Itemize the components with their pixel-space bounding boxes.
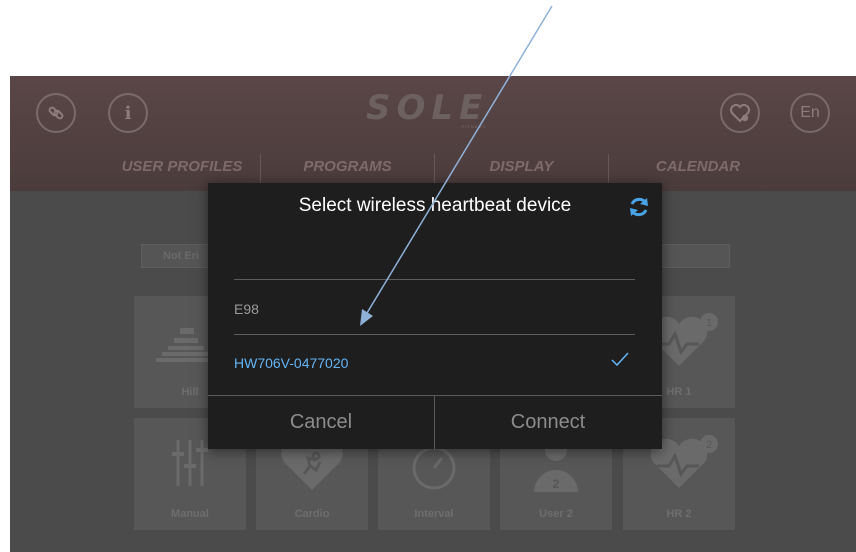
program-label: Manual	[171, 508, 209, 520]
logo-subtext: FITNESS	[462, 124, 486, 129]
program-label: Interval	[414, 508, 454, 520]
device-item[interactable]: E98	[234, 301, 259, 317]
heart-shield-icon	[730, 104, 750, 123]
link-icon	[48, 106, 64, 120]
info-icon: i	[124, 102, 132, 124]
tab-display[interactable]: DISPLAY	[434, 158, 609, 175]
device-divider	[234, 279, 635, 280]
info-button[interactable]: i	[108, 93, 148, 133]
svg-text:2: 2	[553, 477, 560, 491]
header-bar: i SOLE FITNESS En USER PROFILES PROGRAMS…	[10, 76, 856, 191]
device-item-selected[interactable]: HW706V-0477020	[234, 355, 348, 371]
tab-bar: USER PROFILES PROGRAMS DISPLAY CALENDAR	[10, 154, 856, 184]
program-label: User 2	[539, 508, 573, 520]
device-select-dialog: Select wireless heartbeat device E98 HW7…	[208, 183, 662, 449]
connect-button[interactable]: Connect	[435, 396, 661, 449]
program-label: HR 2	[666, 508, 692, 520]
language-label: En	[800, 104, 820, 121]
filter-right[interactable]	[660, 244, 730, 268]
tab-calendar[interactable]: CALENDAR	[608, 158, 788, 175]
svg-text:2: 2	[706, 439, 712, 451]
dialog-title: Select wireless heartbeat device	[298, 195, 572, 216]
language-button[interactable]: En	[790, 93, 830, 133]
checkmark-icon	[611, 352, 629, 367]
link-button[interactable]	[36, 93, 76, 133]
heart-settings-button[interactable]	[720, 93, 760, 133]
filter-left-label: Not Eri	[162, 250, 200, 262]
program-label: Cardio	[294, 508, 330, 520]
refresh-icon[interactable]	[626, 194, 652, 220]
sole-logo: SOLE	[366, 88, 489, 128]
tab-user-profiles[interactable]: USER PROFILES	[92, 158, 272, 175]
svg-text:1: 1	[706, 317, 712, 329]
cancel-button[interactable]: Cancel	[208, 396, 434, 449]
tab-programs[interactable]: PROGRAMS	[260, 158, 435, 175]
device-divider	[234, 334, 635, 335]
